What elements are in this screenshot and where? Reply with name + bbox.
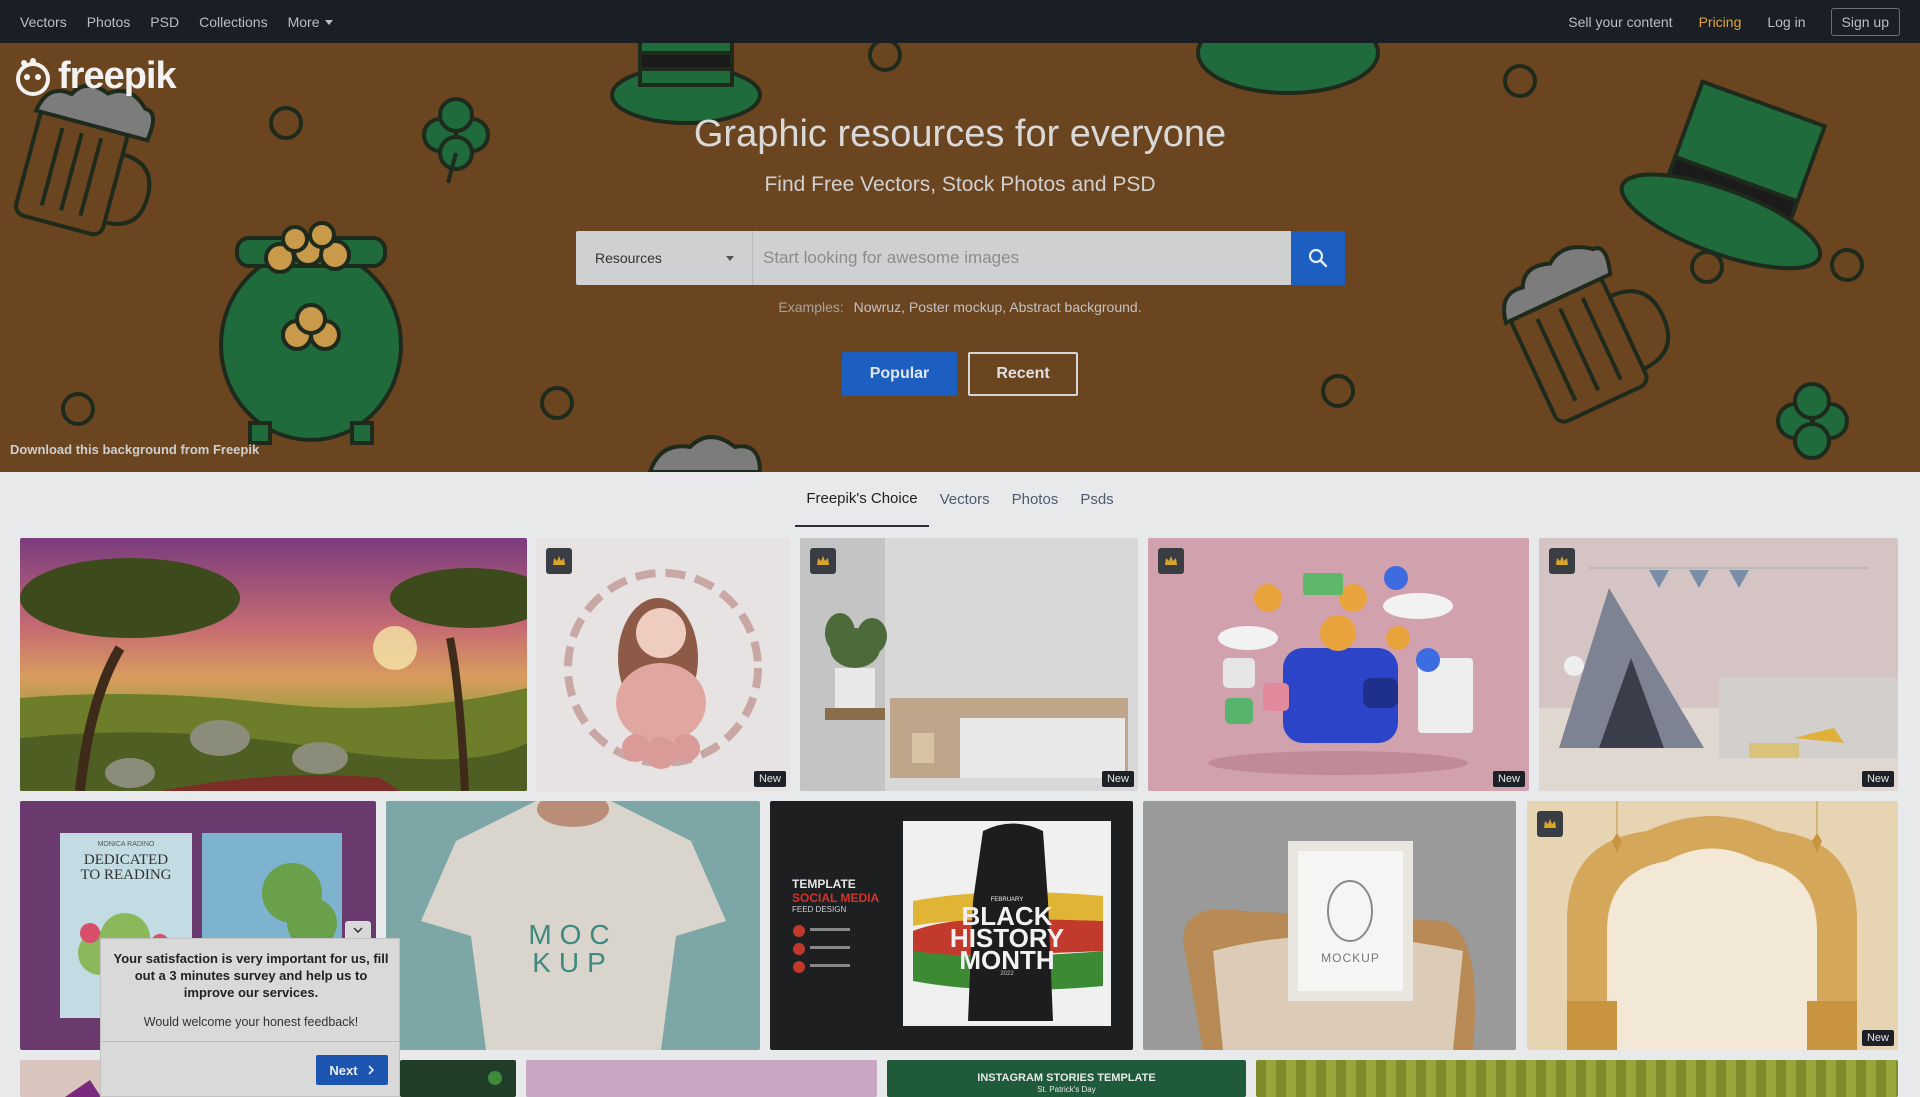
premium-crown-badge (1549, 548, 1575, 574)
background-credit-link[interactable]: Download this background from Freepik (10, 442, 259, 457)
examples-label: Examples: (778, 299, 844, 315)
premium-crown-badge (1537, 811, 1563, 837)
survey-collapse-toggle[interactable] (345, 921, 371, 939)
mockup-shirt-text: MOC KUP (528, 919, 618, 978)
gallery-item-savanna-landscape[interactable] (20, 538, 527, 791)
beer-mug-right (1502, 245, 1671, 424)
premium-crown-badge (546, 548, 572, 574)
gallery-item-row3-1[interactable] (20, 1060, 101, 1097)
popular-button[interactable]: Popular (842, 352, 957, 396)
chevron-down-icon (726, 255, 734, 261)
tab-photos[interactable]: Photos (1001, 472, 1070, 527)
crown-icon (553, 556, 565, 565)
sell-content-link[interactable]: Sell your content (1568, 14, 1672, 30)
nav-psd[interactable]: PSD (150, 14, 179, 30)
search-bar: Resources (576, 231, 1345, 285)
survey-popup: Your satisfaction is very important for … (100, 938, 400, 1097)
freepik-logo-icon (16, 57, 50, 96)
gallery-item-frame-mockup[interactable]: MOCKUP (1143, 801, 1516, 1050)
gallery-item-tshirt-mockup[interactable]: MOC KUP (386, 801, 760, 1050)
gallery-item-interior-mockup[interactable]: New (800, 538, 1138, 791)
gallery-item-row3-3[interactable] (526, 1060, 877, 1097)
nav-more-dropdown[interactable]: More (288, 14, 334, 30)
gallery-item-instagram-stories-template[interactable]: INSTAGRAM STORIES TEMPLATE St. Patrick's… (887, 1060, 1246, 1097)
gallery-item-black-history-month[interactable]: TEMPLATE SOCIAL MEDIA FEED DESIGN FEBRUA… (770, 801, 1133, 1050)
new-badge: New (1861, 1030, 1894, 1046)
search-examples: Examples: Nowruz, Poster mockup, Abstrac… (0, 299, 1920, 315)
chevron-down-icon (353, 927, 363, 933)
freepik-logo[interactable]: freepik (14, 55, 177, 98)
new-badge: New (1101, 771, 1134, 787)
insta-template-sub: St. Patrick's Day (1037, 1085, 1096, 1094)
new-badge: New (753, 771, 786, 787)
frame-mockup-label: MOCKUP (1321, 951, 1380, 965)
premium-crown-badge (810, 548, 836, 574)
gallery-item-row3-2[interactable] (400, 1060, 516, 1097)
freepik-logo-text: freepik (58, 55, 177, 97)
nav-left: Vectors Photos PSD Collections More (20, 14, 353, 30)
content-tabs: Freepik's Choice Vectors Photos Psds (0, 472, 1920, 527)
interior-scene (800, 538, 1128, 791)
signup-button[interactable]: Sign up (1830, 7, 1900, 36)
row3-item-1-art (65, 1080, 101, 1097)
pricing-link[interactable]: Pricing (1699, 14, 1742, 30)
gallery-item-kids-teepee-room[interactable]: New (1539, 538, 1898, 791)
wallet-3d-illustration (1208, 566, 1473, 775)
mother-baby-illustration (564, 569, 762, 769)
hero-subtitle: Find Free Vectors, Stock Photos and PSD (764, 173, 1156, 196)
hero-banner: freepik Graphic resources for everyone F… (0, 43, 1920, 472)
gallery-item-mother-baby-watercolor[interactable]: New (536, 538, 790, 791)
hat-top-center (610, 43, 762, 125)
search-input[interactable] (753, 231, 1291, 285)
gallery-item-3d-wallet-finance[interactable]: New (1148, 538, 1529, 791)
tab-freepiks-choice[interactable]: Freepik's Choice (795, 472, 929, 527)
bhm-year: 2022 (1000, 971, 1014, 977)
gallery-item-bamboo-background[interactable] (1256, 1060, 1898, 1097)
tab-vectors[interactable]: Vectors (929, 472, 1001, 527)
frame-on-chair-scene (1183, 841, 1475, 1050)
bhm-title-3: MONTH (959, 945, 1055, 975)
chevron-right-icon (368, 1065, 374, 1075)
bhm-poster: FEBRUARY BLACK HISTORY MONTH 2022 (903, 821, 1111, 1026)
savanna-illustration (20, 558, 527, 791)
ramadan-arch-illustration (1567, 801, 1857, 1050)
survey-next-label: Next (329, 1062, 358, 1078)
nav-vectors[interactable]: Vectors (20, 14, 67, 30)
nav-right: Sell your content Pricing Log in Sign up (1542, 7, 1900, 36)
pot-of-gold (219, 221, 403, 445)
survey-next-button[interactable]: Next (316, 1055, 388, 1085)
resource-type-select[interactable]: Resources (576, 231, 753, 285)
recent-button[interactable]: Recent (968, 352, 1078, 396)
clover-right (1776, 382, 1849, 460)
nav-collections[interactable]: Collections (199, 14, 267, 30)
insta-template-title: INSTAGRAM STORIES TEMPLATE (977, 1072, 1156, 1084)
crown-icon (1544, 819, 1556, 828)
survey-message: Your satisfaction is very important for … (113, 951, 389, 1000)
premium-crown-badge (1158, 548, 1184, 574)
gallery-item-ramadan-arch[interactable]: New (1527, 801, 1898, 1050)
new-badge: New (1492, 771, 1525, 787)
nav-photos[interactable]: Photos (87, 14, 131, 30)
teepee-room-scene (1539, 567, 1898, 791)
example-link-abstract-background[interactable]: Abstract background. (1009, 299, 1141, 315)
row3-item-2-art (488, 1071, 502, 1085)
search-button[interactable] (1291, 231, 1345, 285)
resource-type-value: Resources (595, 250, 662, 266)
login-link[interactable]: Log in (1767, 14, 1805, 30)
pot-top-right (1196, 43, 1380, 95)
example-link-poster-mockup[interactable]: Poster mockup, (909, 299, 1006, 315)
example-link-nowruz[interactable]: Nowruz, (854, 299, 905, 315)
hero-title: Graphic resources for everyone (693, 113, 1227, 155)
crown-icon (1556, 556, 1568, 565)
crown-icon (1165, 556, 1177, 565)
tab-psds[interactable]: Psds (1069, 472, 1124, 527)
search-icon (1308, 248, 1328, 268)
top-navbar: Vectors Photos PSD Collections More Sell… (0, 0, 1920, 43)
crown-icon (817, 556, 829, 565)
survey-subtext: Would welcome your honest feedback! (143, 1015, 359, 1029)
new-badge: New (1861, 771, 1894, 787)
survey-divider (101, 1041, 399, 1042)
